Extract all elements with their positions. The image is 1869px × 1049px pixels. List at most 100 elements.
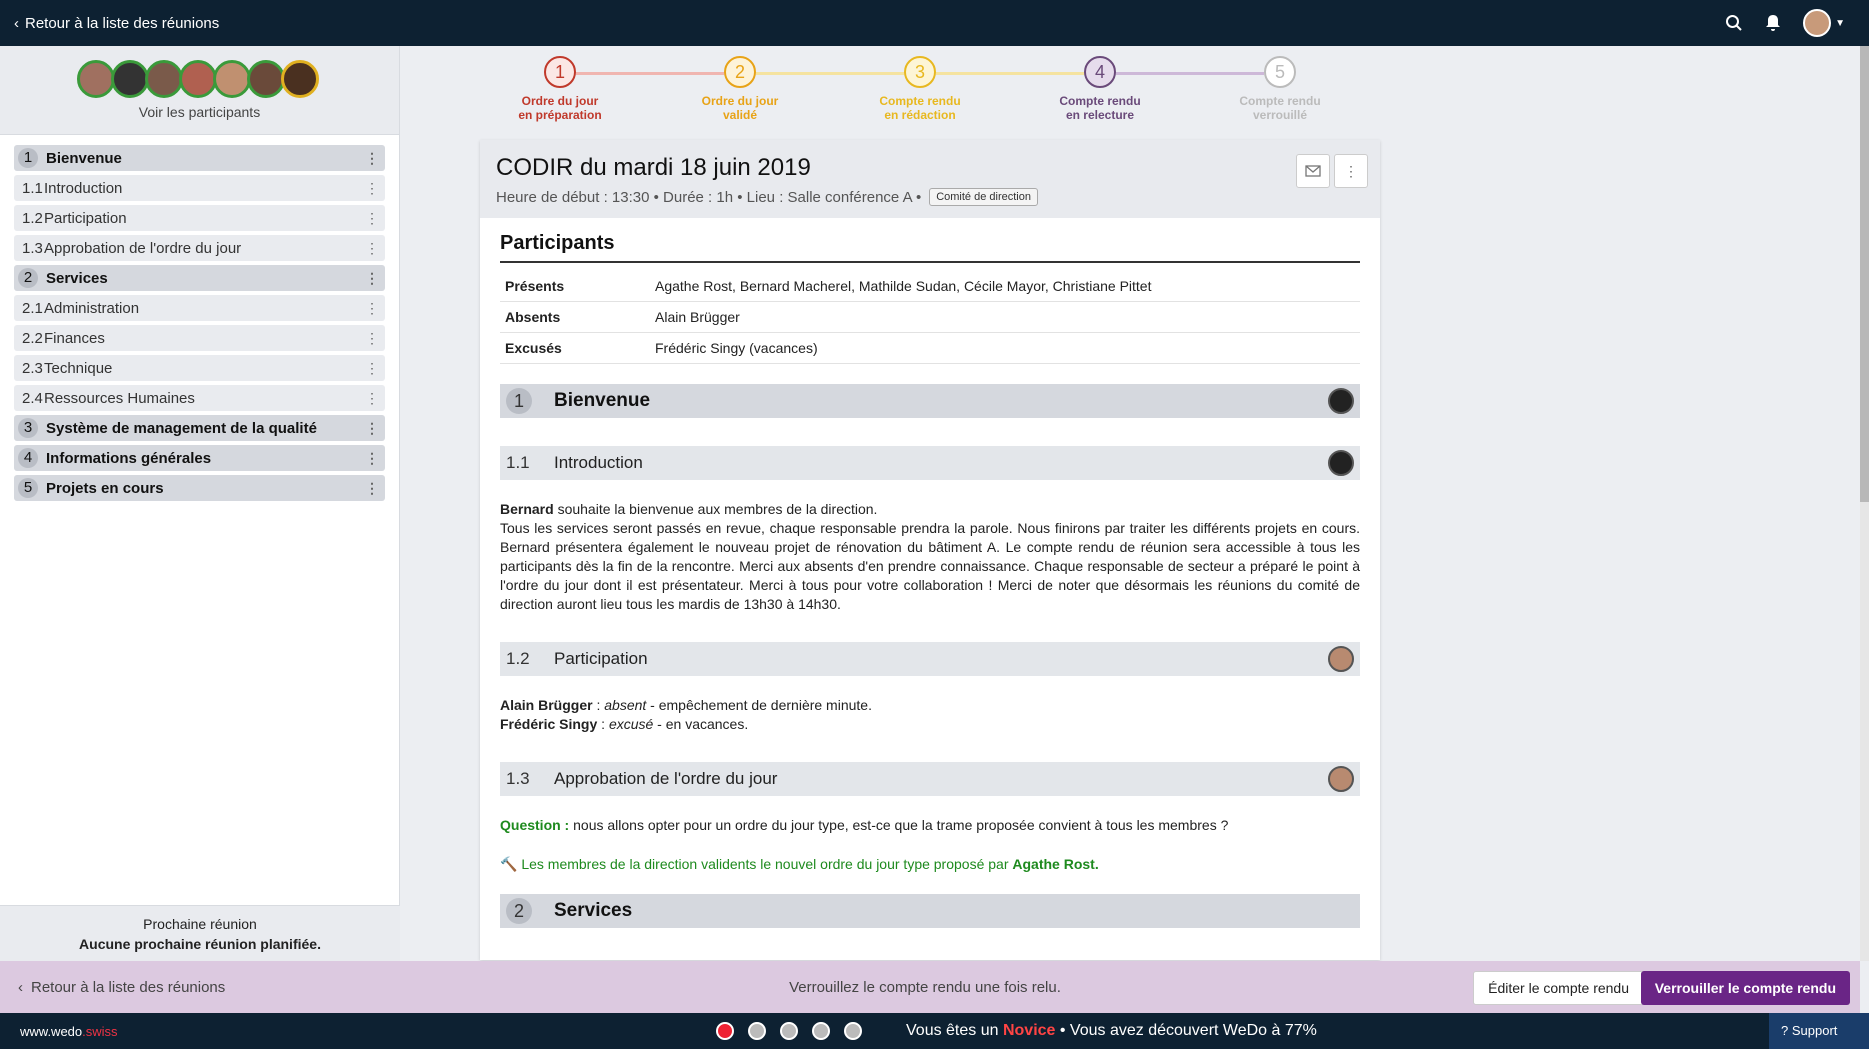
vertical-dots-icon[interactable]: ⋮ xyxy=(365,481,379,495)
vertical-dots-icon[interactable]: ⋮ xyxy=(365,331,379,345)
subsection-title: Introduction xyxy=(554,453,643,472)
workflow-step-1: 1 Ordre du jour en préparation xyxy=(480,56,640,122)
avatar xyxy=(280,60,319,98)
step-label-line1: Compte rendu xyxy=(879,94,961,108)
support-button[interactable]: ? Support xyxy=(1769,1013,1869,1049)
participant-status: absent xyxy=(604,697,647,713)
vertical-dots-icon[interactable]: ⋮ xyxy=(365,211,379,225)
meeting-header: CODIR du mardi 18 juin 2019 Heure de déb… xyxy=(480,140,1380,218)
back-to-list-link[interactable]: ‹ Retour à la liste des réunions xyxy=(14,15,219,32)
vertical-dots-icon[interactable]: ⋮ xyxy=(365,271,379,285)
meeting-body: Participants Présents Agathe Rost, Bernar… xyxy=(480,218,1380,942)
scrollbar[interactable] xyxy=(1860,46,1869,961)
vertical-dots-icon: ⋮ xyxy=(1344,162,1358,179)
sidebar-item-10[interactable]: 3 Système de management de la qualité ⋮ xyxy=(14,415,385,441)
see-participants-link[interactable]: Voir les participants xyxy=(139,104,260,120)
agenda-label: Bienvenue xyxy=(46,149,122,167)
workflow-step-4: 4 Compte rendu en relecture xyxy=(1020,56,1180,122)
progress-dots xyxy=(716,1022,862,1040)
next-meeting-title: Prochaine réunion xyxy=(143,916,257,932)
subsection-title: Approbation de l'ordre du jour xyxy=(554,769,778,788)
chevron-left-icon: ‹ xyxy=(18,978,23,996)
status-prefix: Vous êtes un xyxy=(906,1022,1003,1039)
sidebar-item-2[interactable]: 1.1 Introduction ⋮ xyxy=(14,175,385,201)
vertical-dots-icon[interactable]: ⋮ xyxy=(365,241,379,255)
subsection-participation: 1.2 Participation xyxy=(500,642,1360,676)
sidebar-item-7[interactable]: 2.2 Finances ⋮ xyxy=(14,325,385,351)
sidebar-item-12[interactable]: 5 Projets en cours ⋮ xyxy=(14,475,385,501)
sidebar-item-4[interactable]: 1.3 Approbation de l'ordre du jour ⋮ xyxy=(14,235,385,261)
table-row: Présents Agathe Rost, Bernard Macherel, M… xyxy=(500,271,1360,302)
vertical-dots-icon[interactable]: ⋮ xyxy=(365,361,379,375)
agenda-number: 5 xyxy=(18,478,38,498)
introduction-text: Bernard souhaite la bienvenue aux membre… xyxy=(500,500,1360,614)
presenter-avatar xyxy=(1328,646,1354,672)
decision-author: Agathe Rost. xyxy=(1012,856,1099,872)
decision-text: 🔨 Les membres de la direction validents … xyxy=(500,855,1360,874)
step-label-line1: Compte rendu xyxy=(1239,94,1321,108)
agenda-number: 2.3 xyxy=(22,359,43,377)
vertical-dots-icon[interactable]: ⋮ xyxy=(365,151,379,165)
subsection-number: 1.2 xyxy=(506,649,530,668)
progress-dot[interactable] xyxy=(748,1022,766,1040)
back-to-list-link-bottom[interactable]: ‹ Retour à la liste des réunions xyxy=(18,979,225,996)
section-number: 1 xyxy=(506,388,532,414)
back-label: Retour à la liste des réunions xyxy=(25,14,220,32)
vertical-dots-icon[interactable]: ⋮ xyxy=(365,421,379,435)
step-label-line2: verrouillé xyxy=(1252,108,1308,122)
lock-minutes-button[interactable]: Verrouiller le compte rendu xyxy=(1640,971,1850,1005)
step-number: 4 xyxy=(1084,56,1116,88)
participant-status: excusé xyxy=(608,716,654,732)
discovery-status: Vous êtes un Novice • Vous avez découver… xyxy=(906,1022,1317,1040)
bell-icon[interactable] xyxy=(1765,14,1781,32)
email-button[interactable] xyxy=(1296,154,1330,188)
agenda-number: 1.3 xyxy=(22,239,43,257)
agenda-label: Ressources Humaines xyxy=(44,389,195,407)
step-label-line2: en rédaction xyxy=(884,108,956,122)
agenda-label: Système de management de la qualité xyxy=(46,419,317,437)
progress-dot[interactable] xyxy=(844,1022,862,1040)
vertical-dots-icon[interactable]: ⋮ xyxy=(365,451,379,465)
sidebar-item-6[interactable]: 2.1 Administration ⋮ xyxy=(14,295,385,321)
intro-line: souhaite la bienvenue aux membres de la … xyxy=(553,501,878,517)
step-label-line1: Compte rendu xyxy=(1059,94,1141,108)
progress-dot[interactable] xyxy=(812,1022,830,1040)
agenda-label: Projets en cours xyxy=(46,479,164,497)
subsection-title: Participation xyxy=(554,649,648,668)
agenda-label: Approbation de l'ordre du jour xyxy=(44,239,242,257)
footer: www.wedo.swiss Vous êtes un Novice • Vou… xyxy=(0,1013,1869,1049)
search-icon[interactable] xyxy=(1725,14,1743,32)
sidebar-item-3[interactable]: 1.2 Participation ⋮ xyxy=(14,205,385,231)
sidebar: Voir les participants 1 Bienvenue ⋮ 1.1 Intr… xyxy=(0,46,400,961)
vertical-dots-icon[interactable]: ⋮ xyxy=(365,301,379,315)
agenda-label: Services xyxy=(46,269,108,287)
agenda-number: 3 xyxy=(18,418,38,438)
speaker-name: Bernard xyxy=(500,501,554,517)
sidebar-item-8[interactable]: 2.3 Technique ⋮ xyxy=(14,355,385,381)
presenter-avatar xyxy=(1328,766,1354,792)
agenda-number: 1.1 xyxy=(22,179,43,197)
participant-note: - en vacances. xyxy=(653,716,749,732)
sidebar-item-11[interactable]: 4 Informations générales ⋮ xyxy=(14,445,385,471)
support-label: Support xyxy=(1791,1023,1838,1038)
edit-minutes-button[interactable]: Éditer le compte rendu xyxy=(1473,971,1644,1005)
decision-body: Les membres de la direction validents le… xyxy=(521,856,1013,872)
progress-dot[interactable] xyxy=(780,1022,798,1040)
agenda-label: Technique xyxy=(44,359,113,377)
vertical-dots-icon[interactable]: ⋮ xyxy=(365,181,379,195)
subsection-number: 1.1 xyxy=(506,453,530,472)
vertical-dots-icon[interactable]: ⋮ xyxy=(365,391,379,405)
progress-dot[interactable] xyxy=(716,1022,734,1040)
more-options-button[interactable]: ⋮ xyxy=(1334,154,1368,188)
logo: www.wedo.swiss xyxy=(20,1024,118,1039)
sidebar-item-5[interactable]: 2 Services ⋮ xyxy=(14,265,385,291)
participants-panel[interactable]: Voir les participants xyxy=(0,46,399,135)
sidebar-item-9[interactable]: 2.4 Ressources Humaines ⋮ xyxy=(14,385,385,411)
scrollbar-thumb[interactable] xyxy=(1860,46,1869,502)
user-menu[interactable]: ▼ xyxy=(1803,9,1845,37)
sidebar-item-1[interactable]: 1 Bienvenue ⋮ xyxy=(14,145,385,171)
next-meeting-value: Aucune prochaine réunion planifiée. xyxy=(79,936,321,952)
top-bar: ‹ Retour à la liste des réunions ▼ xyxy=(0,0,1869,46)
participant-name: Frédéric Singy xyxy=(500,716,598,732)
intro-paragraph: Tous les services seront passés en revue… xyxy=(500,520,1360,612)
